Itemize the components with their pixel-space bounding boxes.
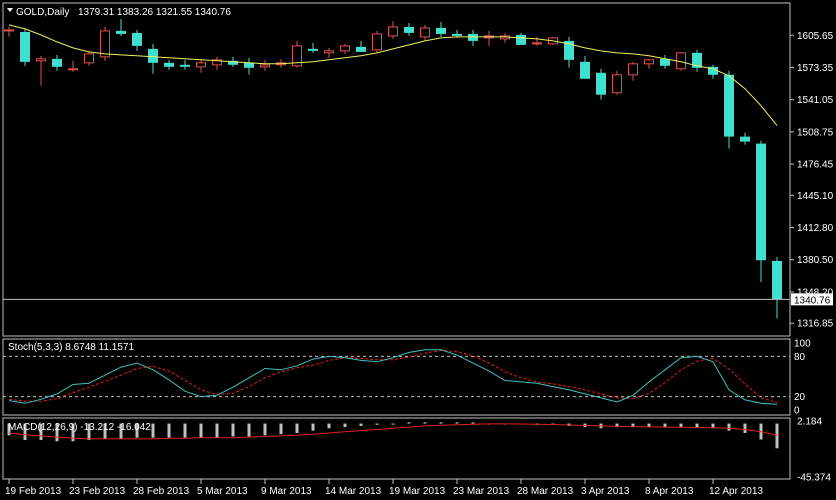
candle-body-bearish: [132, 32, 142, 46]
symbol-timeframe-label: GOLD,Daily: [16, 7, 69, 18]
macd-histogram-bar: [199, 423, 203, 438]
candle-body-bullish: [388, 26, 398, 37]
time-axis-label: 3 Apr 2013: [581, 486, 630, 497]
macd-histogram-bar: [311, 423, 315, 431]
time-axis-label: 28 Mar 2013: [517, 486, 574, 497]
price-axis-label: 1445.10: [797, 191, 834, 202]
candle-body-bullish: [100, 30, 110, 58]
candle-body-bearish: [772, 260, 782, 300]
stochastic-axis-label: 80: [794, 352, 806, 363]
candle-body-bearish: [308, 48, 318, 51]
price-axis-label: 1476.45: [797, 160, 834, 171]
stochastic-axis-label: 0: [794, 406, 800, 417]
current-price-tag: 1340.76: [791, 293, 833, 306]
price-axis-label: 1316.85: [797, 319, 834, 330]
macd-histogram-bar: [263, 423, 267, 436]
macd-histogram-bar: [679, 423, 683, 428]
macd-histogram-bar: [423, 422, 427, 424]
macd-histogram-bar: [663, 423, 667, 428]
candle-body-bullish: [340, 45, 350, 52]
macd-histogram-bar: [327, 423, 331, 429]
macd-histogram-bar: [375, 423, 379, 425]
current-price-tag-label: 1340.76: [794, 295, 831, 306]
stochastic-label: Stoch(5,3,3) 8.6748 11.1571: [8, 342, 134, 353]
macd-label: MACD(12,26,9) -13.212 -16.042: [8, 422, 151, 433]
macd-histogram-bar: [167, 423, 171, 438]
candle-body-bearish: [580, 61, 590, 79]
price-axis-label: 1605.65: [797, 31, 834, 42]
header-info: GOLD,Daily 1379.31 1383.26 1321.55 1340.…: [7, 7, 231, 18]
price-axis-label: 1508.75: [797, 127, 834, 138]
candle-body-bearish: [356, 46, 366, 52]
candle-body-bearish: [452, 33, 462, 36]
candle-body-bearish: [20, 31, 30, 62]
macd-histogram-bar: [455, 422, 459, 424]
candle-body-bearish: [116, 30, 126, 34]
time-axis-label: 19 Mar 2013: [389, 486, 446, 497]
candle-body-bullish: [324, 50, 334, 54]
candle-body-bearish: [180, 64, 190, 67]
candle-body-bearish: [52, 58, 62, 67]
candle-body-bearish: [164, 62, 174, 67]
stochastic-axis-label: 20: [794, 392, 806, 403]
candle-body-bearish: [596, 72, 606, 95]
candle-body-bullish: [612, 74, 622, 94]
price-axis-label: 1541.05: [797, 95, 834, 106]
candle-body-bullish: [260, 64, 270, 68]
candle-body-bullish: [84, 53, 94, 64]
macd-histogram-bar: [343, 423, 347, 428]
time-axis-label: 28 Feb 2013: [133, 486, 190, 497]
candle-body-bullish: [644, 59, 654, 65]
trading-chart-window[interactable]: GOLD,Daily 1379.31 1383.26 1321.55 1340.…: [0, 0, 836, 500]
macd-axis-label: 2.184: [797, 417, 822, 428]
macd-histogram-bar: [231, 423, 235, 437]
price-axis-label: 1380.50: [797, 255, 834, 266]
candle-body-bullish: [4, 29, 14, 32]
candle-body-bullish: [68, 68, 78, 71]
candle-body-bearish: [436, 27, 446, 34]
candle-body-bullish: [196, 62, 206, 68]
macd-histogram-bar: [391, 423, 395, 425]
candle-body-bearish: [148, 48, 158, 63]
time-axis-label: 5 Mar 2013: [197, 486, 248, 497]
time-axis-label: 14 Mar 2013: [325, 486, 382, 497]
macd-histogram-bar: [727, 423, 731, 431]
macd-histogram-bar: [215, 423, 219, 438]
candle-body-bullish: [532, 42, 542, 45]
stochastic-axis-label: 100: [794, 339, 811, 350]
candle-body-bearish: [516, 34, 526, 45]
macd-histogram-bar: [151, 423, 155, 438]
macd-histogram-bar: [247, 423, 251, 437]
candle-body-bullish: [372, 33, 382, 51]
macd-axis-label: -45.374: [797, 473, 831, 484]
candle-body-bullish: [36, 58, 46, 62]
candle-body-bearish: [468, 33, 478, 41]
macd-histogram-bar: [183, 423, 187, 438]
macd-histogram-bar: [695, 423, 699, 428]
time-axis-label: 12 Apr 2013: [709, 486, 763, 497]
time-axis-label: 8 Apr 2013: [645, 486, 694, 497]
macd-histogram-bar: [439, 422, 443, 424]
price-axis-label: 1412.80: [797, 223, 834, 234]
time-axis-label: 9 Mar 2013: [261, 486, 312, 497]
candle-body-bearish: [756, 143, 766, 261]
candle-body-bearish: [740, 136, 750, 142]
macd-histogram-bar: [743, 423, 747, 433]
time-axis-label: 19 Feb 2013: [5, 486, 62, 497]
candle-body-bullish: [628, 63, 638, 76]
time-axis-label: 23 Mar 2013: [453, 486, 510, 497]
macd-histogram-bar: [279, 423, 283, 435]
candle-body-bearish: [724, 74, 734, 137]
candle-body-bearish: [244, 62, 254, 68]
macd-histogram-bar: [471, 422, 475, 424]
macd-histogram-bar: [407, 422, 411, 424]
ohlc-values-label: 1379.31 1383.26 1321.55 1340.76: [78, 7, 231, 18]
candle-body-bearish: [404, 26, 414, 33]
macd-histogram-bar: [775, 423, 779, 449]
time-axis-label: 23 Feb 2013: [69, 486, 126, 497]
macd-histogram-bar: [359, 423, 363, 426]
macd-histogram-bar: [295, 423, 299, 433]
price-axis-label: 1573.35: [797, 63, 834, 74]
candle-body-bullish: [420, 27, 430, 38]
